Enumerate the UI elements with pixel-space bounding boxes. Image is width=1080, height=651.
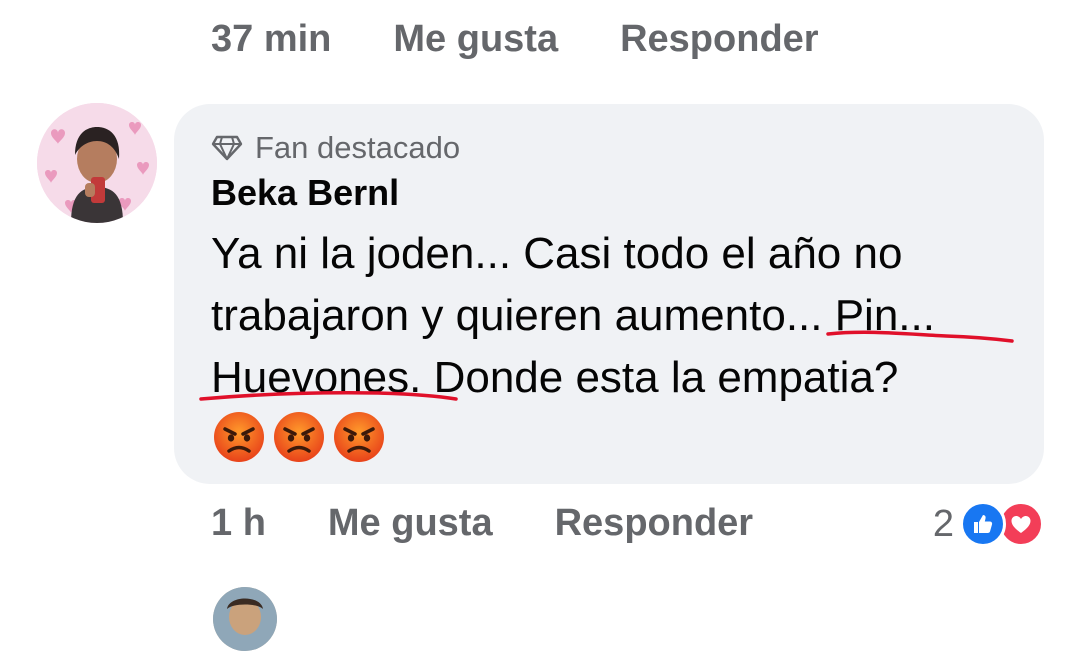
reply-button[interactable]: Responder [555, 502, 753, 545]
prev-comment-actions: 37 min Me gusta Responder [211, 18, 881, 61]
comment-author[interactable]: Beka Bernl [211, 172, 399, 214]
comment-text: Ya ni la joden... Casi todo el año no tr… [211, 229, 935, 402]
avatar-image [37, 103, 157, 223]
angry-face-icon [214, 412, 264, 462]
reaction-count: 2 [932, 502, 954, 545]
prev-reply-button[interactable]: Responder [620, 18, 818, 61]
like-icon [960, 501, 1006, 547]
angry-face-icon [274, 412, 324, 462]
comment-time[interactable]: 1 h [211, 502, 266, 545]
reaction-summary[interactable]: 2 [933, 501, 1044, 547]
comment-actions: 1 h Me gusta Responder [211, 502, 1046, 545]
diamond-icon [211, 135, 243, 161]
avatar-image [213, 587, 277, 651]
angry-face-icon [334, 412, 384, 462]
prev-comment-time[interactable]: 37 min [211, 18, 331, 61]
badge-label: Fan destacado [255, 130, 461, 165]
prev-like-button[interactable]: Me gusta [393, 18, 558, 61]
avatar[interactable] [37, 103, 157, 223]
like-button[interactable]: Me gusta [328, 502, 493, 545]
next-comment-avatar[interactable] [213, 587, 277, 651]
top-fan-badge: Fan destacado [211, 130, 460, 166]
emoji-row [213, 411, 385, 463]
